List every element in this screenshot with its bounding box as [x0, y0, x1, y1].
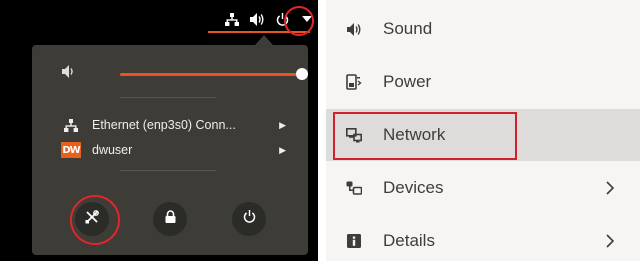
power-off-button[interactable] [232, 202, 266, 236]
power-icon [243, 210, 256, 228]
chevron-right-icon [600, 234, 620, 248]
volume-slider-handle[interactable] [296, 68, 309, 80]
network-highlight-box [333, 112, 517, 160]
ethernet-menu-item[interactable]: Ethernet (enp3s0) Conn... ▶ [60, 114, 286, 136]
chevron-right-icon [600, 181, 620, 195]
settings-sidebar-screenshot: Sound Power Network Devices Details [326, 0, 640, 261]
volume-low-icon [62, 65, 78, 81]
devices-icon [346, 180, 362, 196]
settings-highlight-circle [70, 195, 120, 245]
dw-logo: DW [61, 142, 81, 158]
sidebar-item-label: Power [383, 72, 432, 91]
ethernet-label: Ethernet (enp3s0) Conn... [92, 118, 236, 132]
lock-button[interactable] [153, 202, 187, 236]
menu-separator [120, 97, 216, 98]
sidebar-item-sound[interactable]: Sound [326, 3, 640, 55]
sidebar-item-details[interactable]: Details [326, 215, 640, 261]
power-icon [346, 74, 362, 90]
submenu-arrow-icon: ▶ [279, 119, 286, 130]
sidebar-item-label: Sound [383, 19, 433, 38]
dropdown-highlight-circle [284, 6, 314, 36]
volume-slider[interactable] [120, 73, 303, 76]
menu-separator [120, 170, 216, 171]
volume-icon[interactable] [249, 11, 265, 27]
user-menu-item[interactable]: DW dwuser ▶ [60, 139, 286, 161]
sidebar-item-power[interactable]: Power [326, 56, 640, 108]
dw-logo-icon: DW [60, 141, 82, 159]
sidebar-item-label: Devices [383, 178, 444, 197]
submenu-arrow-icon: ▶ [279, 144, 286, 155]
network-icon[interactable] [224, 11, 240, 27]
lock-icon [165, 210, 176, 228]
volume-row [62, 63, 312, 83]
sound-icon [346, 21, 362, 37]
user-label: dwuser [92, 143, 133, 157]
system-menu-screenshot: Ethernet (enp3s0) Conn... ▶ DW dwuser ▶ [0, 0, 318, 261]
network-wired-icon [60, 116, 82, 134]
details-icon [346, 233, 362, 249]
sidebar-item-label: Details [383, 231, 435, 250]
sidebar-item-devices[interactable]: Devices [326, 162, 640, 214]
menu-pointer [255, 35, 273, 45]
